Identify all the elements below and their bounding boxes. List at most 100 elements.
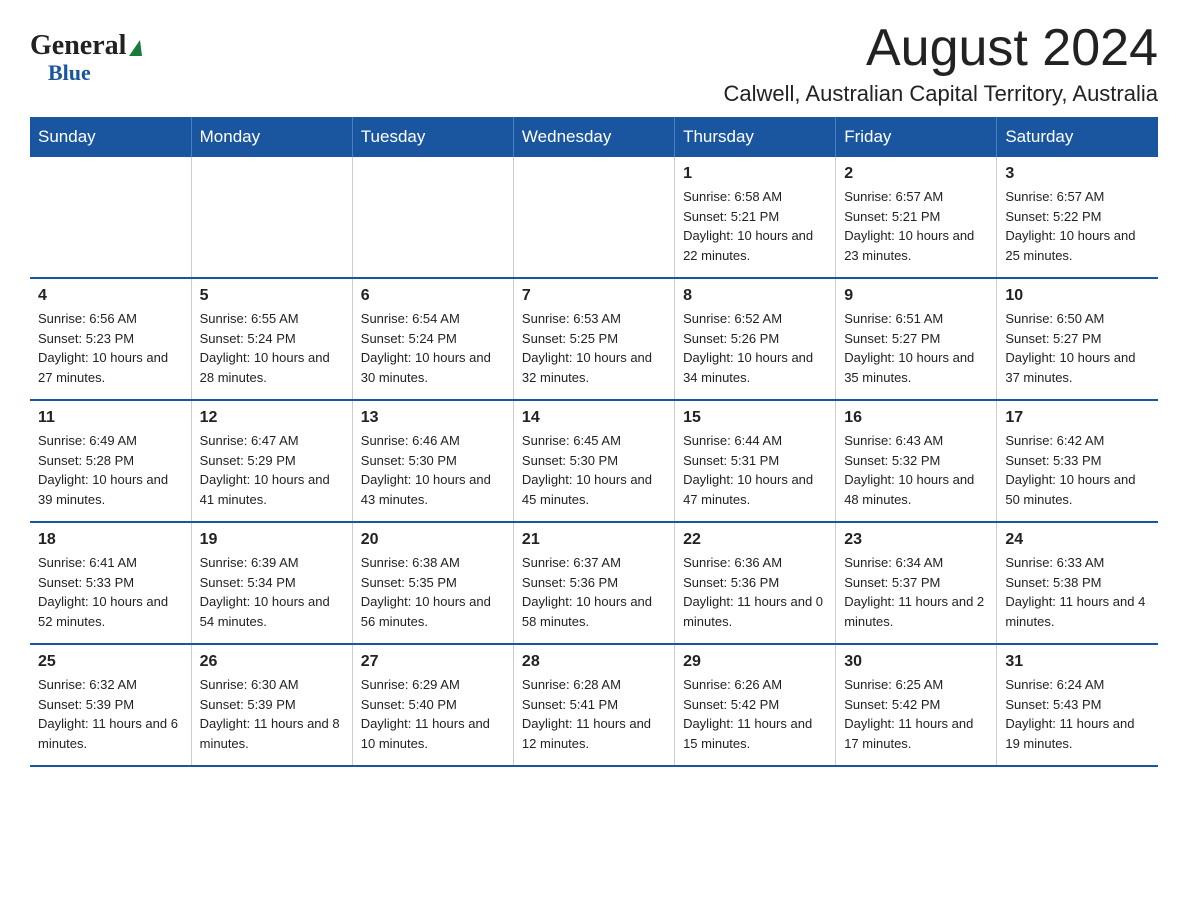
calendar-day-13: 13 Sunrise: 6:46 AM Sunset: 5:30 PM Dayli… (352, 400, 513, 522)
day-info: Sunrise: 6:41 AM Sunset: 5:33 PM Dayligh… (38, 553, 183, 631)
day-info: Sunrise: 6:45 AM Sunset: 5:30 PM Dayligh… (522, 431, 666, 509)
day-number: 24 (1005, 531, 1150, 549)
calendar-day-17: 17Sunrise: 6:42 AM Sunset: 5:33 PM Dayli… (997, 400, 1158, 522)
day-number: 14 (522, 409, 666, 427)
day-number: 23 (844, 531, 988, 549)
day-info: Sunrise: 6:58 AM Sunset: 5:21 PM Dayligh… (683, 187, 827, 265)
day-info: Sunrise: 6:47 AM Sunset: 5:29 PM Dayligh… (200, 431, 344, 509)
logo: General Blue (30, 30, 142, 86)
calendar-day-28: 28Sunrise: 6:28 AM Sunset: 5:41 PM Dayli… (513, 644, 674, 766)
day-number: 10 (1005, 287, 1150, 305)
calendar-day-8: 8Sunrise: 6:52 AM Sunset: 5:26 PM Daylig… (675, 278, 836, 400)
day-number: 25 (38, 653, 183, 671)
day-number: 1 (683, 165, 827, 183)
day-info: Sunrise: 6:37 AM Sunset: 5:36 PM Dayligh… (522, 553, 666, 631)
calendar-day-26: 26 Sunrise: 6:30 AM Sunset: 5:39 PM Dayli… (191, 644, 352, 766)
logo-blue-text: Blue (48, 60, 91, 86)
calendar-day-11: 11Sunrise: 6:49 AM Sunset: 5:28 PM Dayli… (30, 400, 191, 522)
day-number: 29 (683, 653, 827, 671)
calendar-day-10: 10 Sunrise: 6:50 AM Sunset: 5:27 PM Dayli… (997, 278, 1158, 400)
day-info: Sunrise: 6:34 AM Sunset: 5:37 PM Dayligh… (844, 553, 988, 631)
day-info: Sunrise: 6:55 AM Sunset: 5:24 PM Dayligh… (200, 309, 344, 387)
calendar-day-27: 27Sunrise: 6:29 AM Sunset: 5:40 PM Dayli… (352, 644, 513, 766)
day-info: Sunrise: 6:49 AM Sunset: 5:28 PM Dayligh… (38, 431, 183, 509)
day-number: 5 (200, 287, 344, 305)
day-info: Sunrise: 6:52 AM Sunset: 5:26 PM Dayligh… (683, 309, 827, 387)
calendar-empty-cell (352, 157, 513, 278)
calendar-week-row: 11Sunrise: 6:49 AM Sunset: 5:28 PM Dayli… (30, 400, 1158, 522)
day-info: Sunrise: 6:33 AM Sunset: 5:38 PM Dayligh… (1005, 553, 1150, 631)
calendar-empty-cell (30, 157, 191, 278)
day-info: Sunrise: 6:24 AM Sunset: 5:43 PM Dayligh… (1005, 675, 1150, 753)
day-info: Sunrise: 6:39 AM Sunset: 5:34 PM Dayligh… (200, 553, 344, 631)
page-header: General Blue August 2024 Calwell, Austra… (30, 20, 1158, 107)
day-number: 9 (844, 287, 988, 305)
calendar-day-6: 6 Sunrise: 6:54 AM Sunset: 5:24 PM Daylig… (352, 278, 513, 400)
day-info: Sunrise: 6:38 AM Sunset: 5:35 PM Dayligh… (361, 553, 505, 631)
day-info: Sunrise: 6:26 AM Sunset: 5:42 PM Dayligh… (683, 675, 827, 753)
calendar-week-row: 4Sunrise: 6:56 AM Sunset: 5:23 PM Daylig… (30, 278, 1158, 400)
day-number: 13 (361, 409, 505, 427)
calendar-table: SundayMondayTuesdayWednesdayThursdayFrid… (30, 117, 1158, 767)
calendar-header-cell-sunday: Sunday (30, 117, 191, 157)
day-info: Sunrise: 6:50 AM Sunset: 5:27 PM Dayligh… (1005, 309, 1150, 387)
day-number: 28 (522, 653, 666, 671)
day-number: 31 (1005, 653, 1150, 671)
calendar-day-25: 25 Sunrise: 6:32 AM Sunset: 5:39 PM Dayli… (30, 644, 191, 766)
day-number: 2 (844, 165, 988, 183)
day-number: 22 (683, 531, 827, 549)
calendar-day-14: 14 Sunrise: 6:45 AM Sunset: 5:30 PM Dayli… (513, 400, 674, 522)
day-info: Sunrise: 6:56 AM Sunset: 5:23 PM Dayligh… (38, 309, 183, 387)
day-info: Sunrise: 6:54 AM Sunset: 5:24 PM Dayligh… (361, 309, 505, 387)
calendar-day-16: 16Sunrise: 6:43 AM Sunset: 5:32 PM Dayli… (836, 400, 997, 522)
day-info: Sunrise: 6:57 AM Sunset: 5:21 PM Dayligh… (844, 187, 988, 265)
calendar-week-row: 1 Sunrise: 6:58 AM Sunset: 5:21 PM Daylig… (30, 157, 1158, 278)
day-number: 3 (1005, 165, 1150, 183)
calendar-day-29: 29 Sunrise: 6:26 AM Sunset: 5:42 PM Dayli… (675, 644, 836, 766)
day-info: Sunrise: 6:46 AM Sunset: 5:30 PM Dayligh… (361, 431, 505, 509)
day-number: 15 (683, 409, 827, 427)
calendar-header-cell-thursday: Thursday (675, 117, 836, 157)
day-number: 26 (200, 653, 344, 671)
calendar-header-cell-tuesday: Tuesday (352, 117, 513, 157)
calendar-week-row: 25 Sunrise: 6:32 AM Sunset: 5:39 PM Dayli… (30, 644, 1158, 766)
calendar-day-5: 5 Sunrise: 6:55 AM Sunset: 5:24 PM Daylig… (191, 278, 352, 400)
day-number: 12 (200, 409, 344, 427)
calendar-week-row: 18 Sunrise: 6:41 AM Sunset: 5:33 PM Dayli… (30, 522, 1158, 644)
logo-general-text: General (30, 30, 126, 62)
day-number: 16 (844, 409, 988, 427)
calendar-header-cell-wednesday: Wednesday (513, 117, 674, 157)
day-info: Sunrise: 6:32 AM Sunset: 5:39 PM Dayligh… (38, 675, 183, 753)
day-number: 18 (38, 531, 183, 549)
calendar-day-15: 15Sunrise: 6:44 AM Sunset: 5:31 PM Dayli… (675, 400, 836, 522)
month-title: August 2024 (724, 20, 1158, 77)
calendar-day-9: 9 Sunrise: 6:51 AM Sunset: 5:27 PM Daylig… (836, 278, 997, 400)
calendar-header-cell-saturday: Saturday (997, 117, 1158, 157)
day-number: 21 (522, 531, 666, 549)
calendar-day-3: 3 Sunrise: 6:57 AM Sunset: 5:22 PM Daylig… (997, 157, 1158, 278)
day-info: Sunrise: 6:53 AM Sunset: 5:25 PM Dayligh… (522, 309, 666, 387)
day-number: 30 (844, 653, 988, 671)
calendar-empty-cell (513, 157, 674, 278)
day-info: Sunrise: 6:57 AM Sunset: 5:22 PM Dayligh… (1005, 187, 1150, 265)
day-info: Sunrise: 6:30 AM Sunset: 5:39 PM Dayligh… (200, 675, 344, 753)
day-info: Sunrise: 6:29 AM Sunset: 5:40 PM Dayligh… (361, 675, 505, 753)
calendar-day-18: 18 Sunrise: 6:41 AM Sunset: 5:33 PM Dayli… (30, 522, 191, 644)
calendar-header: SundayMondayTuesdayWednesdayThursdayFrid… (30, 117, 1158, 157)
day-number: 20 (361, 531, 505, 549)
calendar-day-19: 19 Sunrise: 6:39 AM Sunset: 5:34 PM Dayli… (191, 522, 352, 644)
calendar-day-7: 7Sunrise: 6:53 AM Sunset: 5:25 PM Daylig… (513, 278, 674, 400)
calendar-day-30: 30Sunrise: 6:25 AM Sunset: 5:42 PM Dayli… (836, 644, 997, 766)
calendar-day-21: 21 Sunrise: 6:37 AM Sunset: 5:36 PM Dayli… (513, 522, 674, 644)
day-number: 19 (200, 531, 344, 549)
calendar-day-4: 4Sunrise: 6:56 AM Sunset: 5:23 PM Daylig… (30, 278, 191, 400)
day-info: Sunrise: 6:51 AM Sunset: 5:27 PM Dayligh… (844, 309, 988, 387)
calendar-body: 1 Sunrise: 6:58 AM Sunset: 5:21 PM Daylig… (30, 157, 1158, 766)
calendar-day-2: 2 Sunrise: 6:57 AM Sunset: 5:21 PM Daylig… (836, 157, 997, 278)
calendar-day-31: 31 Sunrise: 6:24 AM Sunset: 5:43 PM Dayli… (997, 644, 1158, 766)
day-number: 6 (361, 287, 505, 305)
logo-triangle-icon (129, 40, 142, 56)
calendar-header-cell-friday: Friday (836, 117, 997, 157)
day-number: 17 (1005, 409, 1150, 427)
calendar-empty-cell (191, 157, 352, 278)
